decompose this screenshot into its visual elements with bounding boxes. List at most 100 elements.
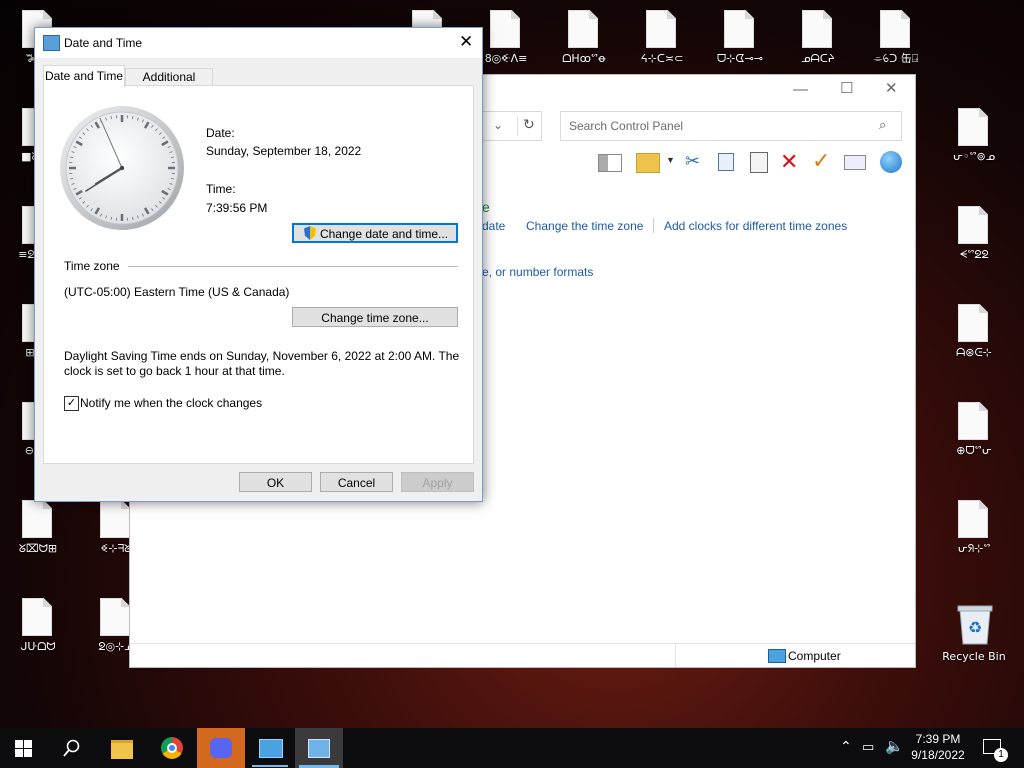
link-change-time-zone[interactable]: Change the time zone [526,219,643,233]
file-icon [958,500,988,538]
recycle-bin[interactable]: ♻ Recycle Bin [936,600,1012,680]
minimize-icon[interactable]: — [793,81,808,98]
taskbar-discord[interactable] [197,728,245,768]
desktop-file-icon[interactable]: ⊕ᗜᔥᕂ [936,394,1012,474]
properties-icon[interactable] [636,153,660,173]
svg-text:♻: ♻ [968,620,982,637]
desktop-file-label: ᗕᔥᘖᘖ [959,248,989,261]
close-icon[interactable]: ✕ [459,32,473,52]
desktop-file-label: ᓄᗩᑕᔨ [801,52,835,65]
close-icon[interactable]: ✕ [885,79,898,97]
taskbar-chrome[interactable] [148,728,196,768]
time-label: Time: [206,182,236,196]
file-icon [646,10,676,48]
file-icon [880,10,910,48]
file-icon [802,10,832,48]
dst-info-line2: clock is set to go back 1 hour at that t… [64,364,285,378]
file-icon [568,10,598,48]
file-icon [490,10,520,48]
desktop-file-icon[interactable]: ᗝHꝏᔥꝋ [546,2,622,82]
start-button[interactable] [0,728,48,768]
notify-label[interactable]: Notify me when the clock changes [80,396,262,410]
timezone-heading: Time zone [64,259,120,273]
cancel-button[interactable]: Cancel [320,472,393,492]
search-input[interactable]: Search Control Panel [569,119,683,133]
address-bar-end[interactable]: ⌄ ↻ [482,111,542,141]
clock-time: 7:39 PM [915,732,961,746]
category-heading: e [482,199,490,215]
delete-icon[interactable]: ✕ [780,149,798,175]
link-add-clocks[interactable]: Add clocks for different time zones [664,219,847,233]
desktop-file-icon[interactable]: ᗩ⊛ᕮ⊹ [936,296,1012,376]
taskbar-control-panel[interactable] [246,728,294,768]
desktop-file-label: ᘜ⌧ᗢ⊞ [18,542,58,555]
taskbar-file-explorer[interactable] [98,728,146,768]
discord-icon [210,738,232,758]
search-button[interactable] [48,728,96,768]
change-date-time-button[interactable]: Change date and time... [292,223,458,243]
notify-checkbox[interactable]: ✓ [64,396,79,411]
desktop-file-icon[interactable]: ᗕᔥᘖᘖ [936,198,1012,278]
file-icon [958,402,988,440]
desktop-file-label: ᕂ◦ᔥ⊚ᓄ [952,150,996,163]
link-number-formats[interactable]: e, or number formats [482,265,593,279]
refresh-icon[interactable]: ↻ [523,116,535,133]
file-icon [22,598,52,636]
recycle-bin-icon: ♻ [957,605,993,645]
desktop-file-label: ⊕ᗜᔥᕂ [956,444,992,457]
desktop-file-label: ᕂᖆ⊹ᔥ [957,542,991,555]
desktop-file-icon[interactable]: ᘜ⌧ᗢ⊞ [0,492,76,572]
clock-date: 9/18/2022 [911,748,965,762]
tab-date-and-time[interactable]: Date and Time [43,65,125,87]
desktop-file-label: ⌯ꕃᑐ 缶⍈ [873,52,919,65]
dialog-title: Date and Time [64,36,143,50]
chevron-down-icon[interactable]: ⌄ [493,118,503,132]
maximize-icon[interactable]: ☐ [840,79,853,97]
desktop-file-icon[interactable]: ⌯ꕃᑐ 缶⍈ [858,2,934,82]
desktop-file-label: ᗜ⊹ᗧ⊸⊸ [717,52,763,65]
link-date[interactable]: date [482,219,505,233]
desktop-file-icon[interactable]: ᔦ⊹ᑕ≍⊂ [624,2,700,82]
dialog-titlebar[interactable]: Date and Time ✕ [35,28,482,58]
file-explorer-icon [111,740,133,759]
copy-icon[interactable] [718,153,734,171]
desktop-file-icon[interactable]: ᓄᗩᑕᔨ [780,2,856,82]
preview-pane-icon[interactable] [598,154,622,172]
taskbar: ⌃ ▭ 🔈 7:39 PM 9/18/2022 1 [0,728,1024,768]
date-value: Sunday, September 18, 2022 [206,144,362,158]
computer-icon [768,649,786,663]
date-time-icon [43,35,60,51]
system-clock[interactable]: 7:39 PM 9/18/2022 [905,731,971,763]
timezone-value: (UTC-05:00) Eastern Time (US & Canada) [64,285,290,299]
volume-icon[interactable]: 🔈 [885,737,904,755]
ok-button[interactable]: OK [239,472,312,492]
paste-icon[interactable] [750,152,768,173]
search-icon [63,739,80,757]
apply-button[interactable]: Apply [401,472,474,492]
checkmark-icon[interactable]: ✓ [812,148,830,174]
chevron-up-icon[interactable]: ⌃ [840,738,852,755]
desktop-file-label: ᒍᑘᗝᗢ [20,640,56,653]
dropdown-arrow-icon[interactable]: ▼ [666,155,675,165]
taskbar-date-time[interactable] [295,728,343,768]
file-icon [100,598,130,636]
cut-icon[interactable]: ✂ [685,151,700,172]
desktop-file-label: ᗝHꝏᔥꝋ [562,52,606,65]
change-time-zone-button[interactable]: Change time zone... [292,307,458,327]
tab-additional-clocks[interactable]: Additional Clocks [125,68,213,101]
date-time-dialog[interactable]: Date and Time ✕ Date and Time Additional… [34,27,483,502]
file-icon [22,500,52,538]
globe-icon[interactable] [880,151,902,173]
analog-clock [60,106,184,230]
search-icon[interactable]: ⌕ [879,117,886,133]
desktop-file-icon[interactable]: ᒍᑘᗝᗢ [0,590,76,670]
date-time-icon [308,739,330,758]
rename-icon[interactable] [844,155,866,170]
recycle-bin-label: Recycle Bin [942,650,1006,663]
search-box[interactable]: Search Control Panel ⌕ [560,111,902,141]
desktop-file-icon[interactable]: ᕂ◦ᔥ⊚ᓄ [936,100,1012,180]
desktop-file-icon[interactable]: ᗜ⊹ᗧ⊸⊸ [702,2,778,82]
network-icon[interactable]: ▭ [862,739,874,755]
file-icon [958,108,988,146]
desktop-file-icon[interactable]: ᕂᖆ⊹ᔥ [936,492,1012,572]
